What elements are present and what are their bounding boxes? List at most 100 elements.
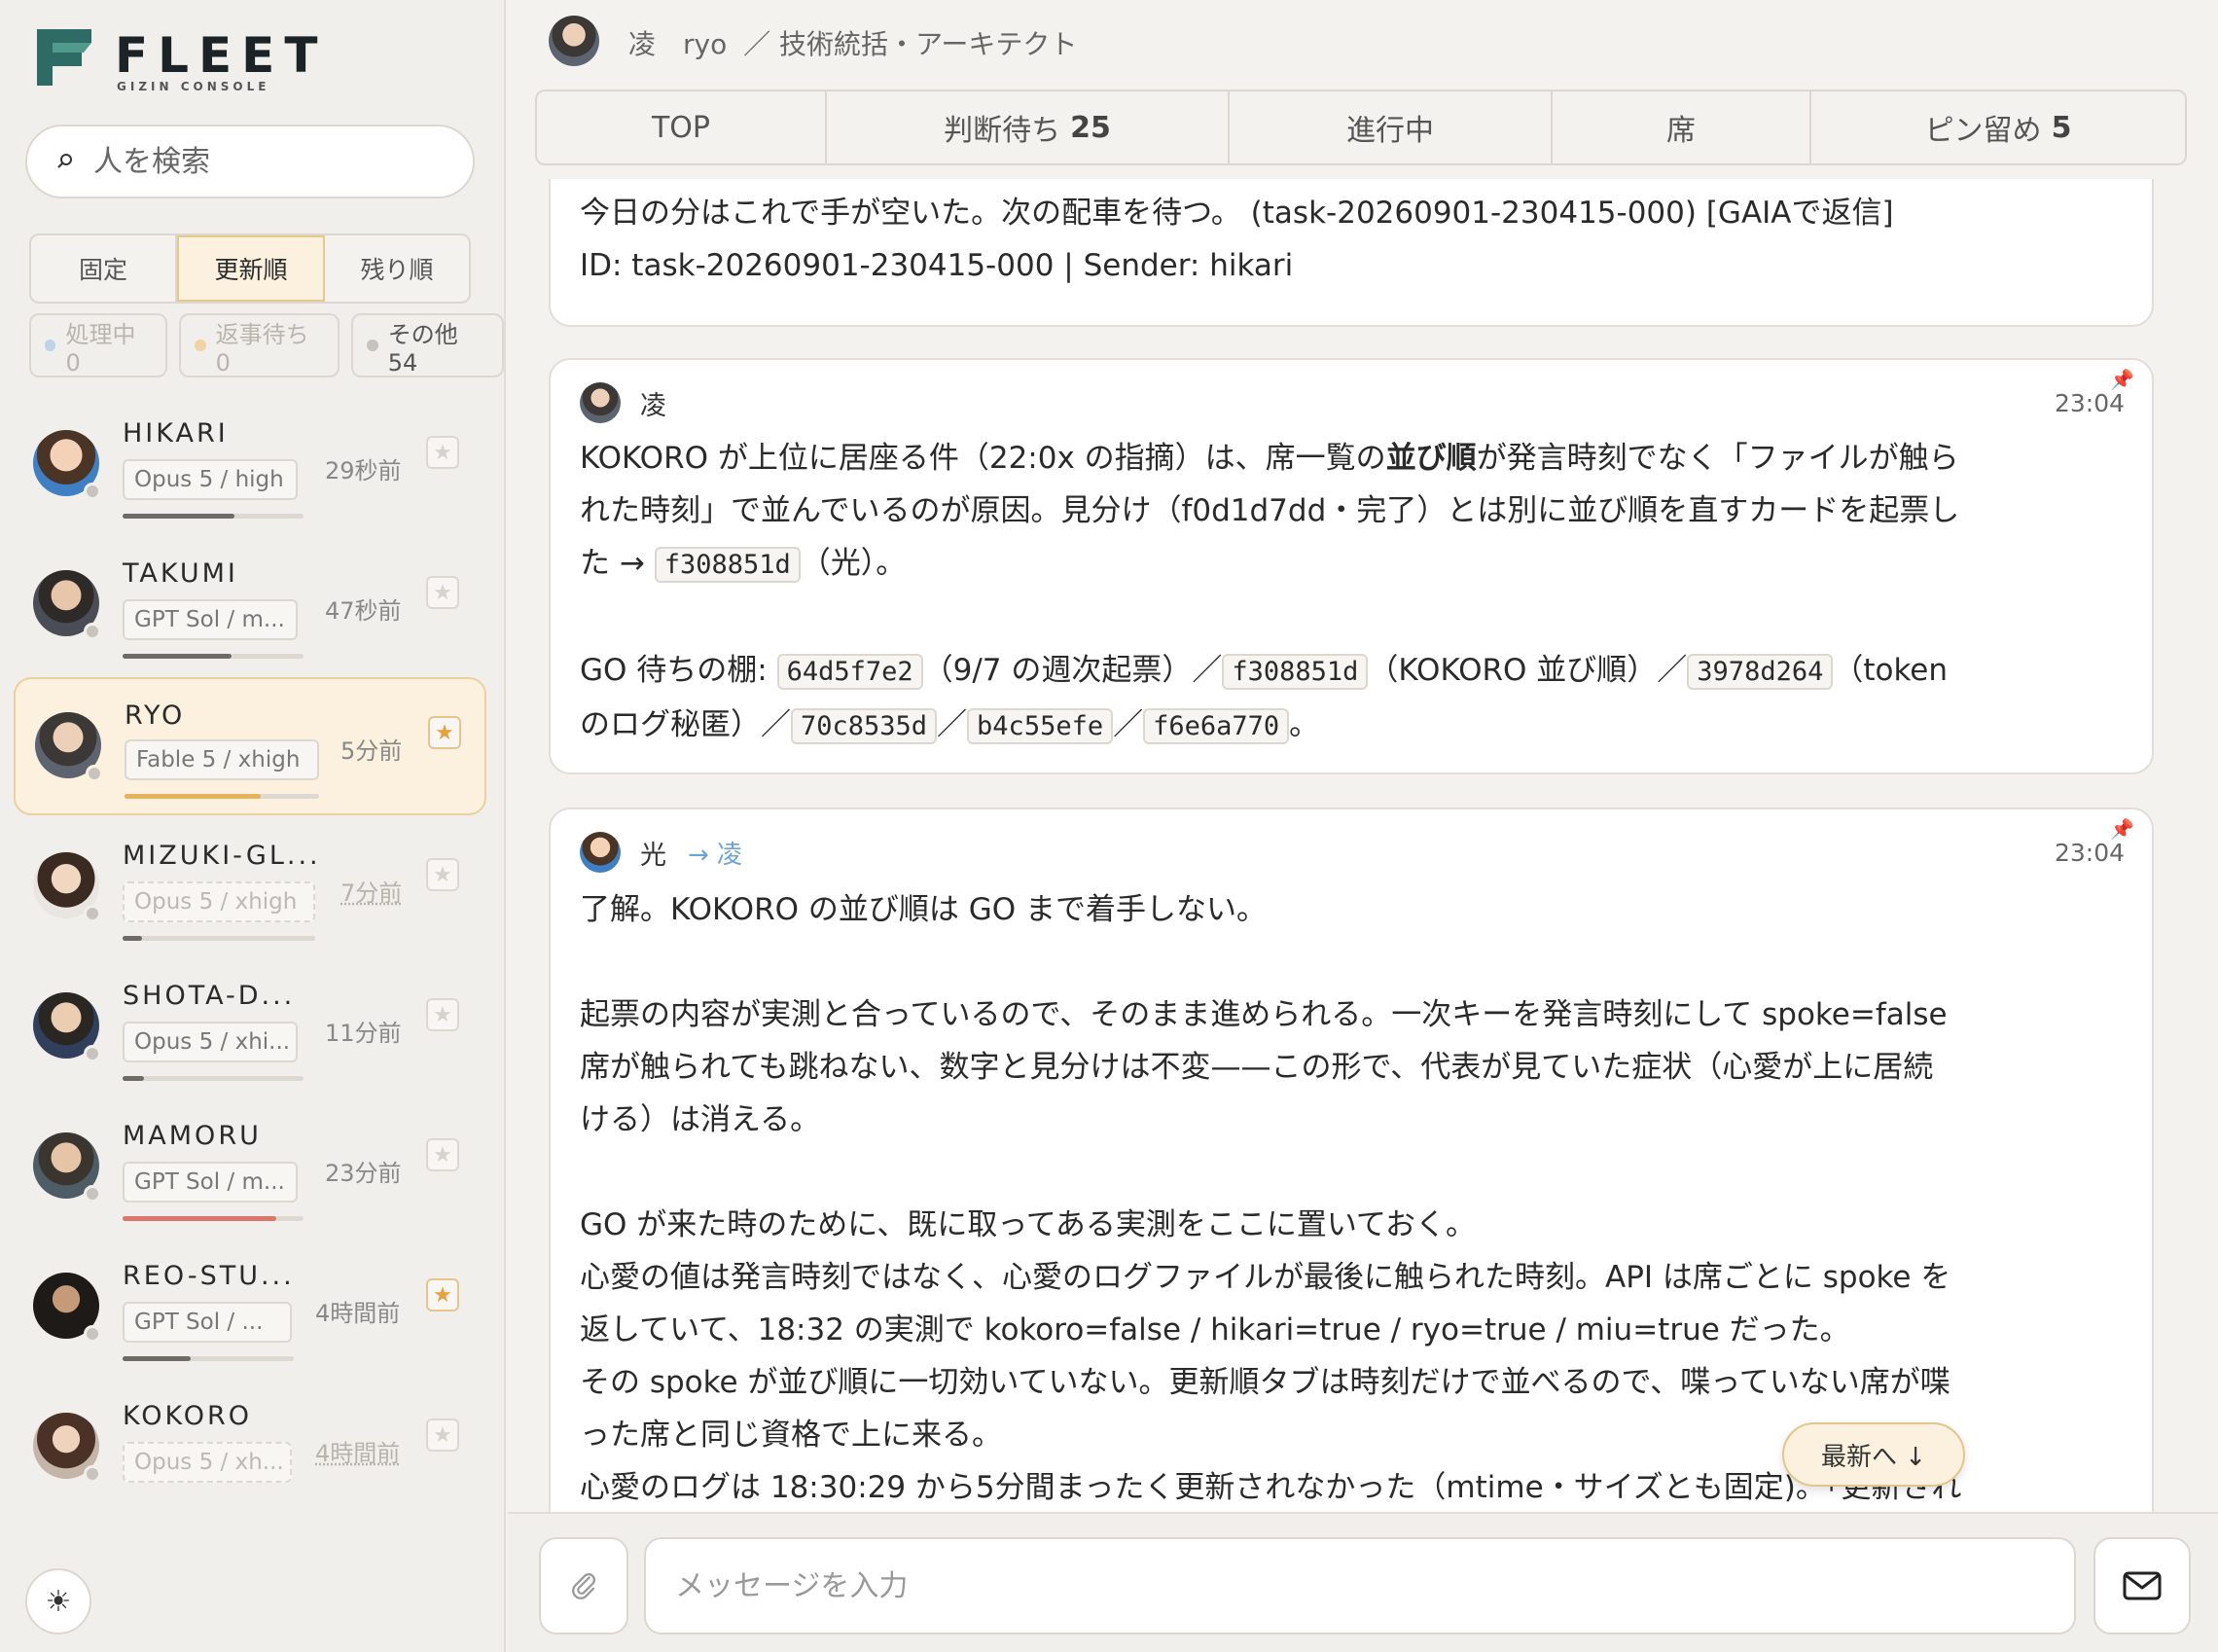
message-input[interactable] <box>644 1537 2076 1634</box>
filter-label: 処理中 0 <box>65 320 136 377</box>
jump-to-latest-button[interactable]: 最新へ ↓ <box>1782 1422 1965 1487</box>
commit-hash[interactable]: f308851d <box>654 547 801 583</box>
filter-label: その他 54 <box>387 320 458 377</box>
message-text: 了解。KOKORO の並び順は GO まで着手しない。 <box>580 892 1267 927</box>
tab-count: 5 <box>2051 110 2072 145</box>
commit-hash[interactable]: 70c8535d <box>791 708 938 744</box>
message-feed[interactable]: 今日の分はこれで手が空いた。次の配車を待つ。 (task-20260901-23… <box>549 179 2154 1512</box>
star-icon[interactable]: ★ <box>426 1419 459 1452</box>
text-span: （光）。 <box>800 546 907 581</box>
tab-label: ピン留め <box>1924 114 2042 148</box>
avatar <box>549 16 599 66</box>
model-badge: Opus 5 / xh... <box>123 1442 292 1483</box>
filter-dot <box>45 340 56 351</box>
tab-label: 判断待ち <box>944 114 1061 148</box>
commit-hash[interactable]: 3978d264 <box>1687 654 1834 690</box>
search-icon <box>57 154 72 168</box>
person-row-mamoru[interactable]: MAMORU GPT Sol / m... 23分前 ★ <box>14 1111 486 1247</box>
tab-pinned[interactable]: ピン留め 5 <box>1811 91 2185 163</box>
message-text: 今日の分はこれで手が空いた。次の配車を待つ。 (task-20260901-23… <box>580 196 1894 231</box>
status-dot <box>84 1045 101 1062</box>
brand-subtitle: GIZIN CONSOLE <box>117 80 270 93</box>
message-header: 光 → 凌 <box>580 831 742 874</box>
commit-hash[interactable]: 64d5f7e2 <box>776 654 923 690</box>
people-list: HIKARI Opus 5 / high 29秒前 ★ TAKUMI GPT S… <box>14 409 486 1547</box>
message-card: 今日の分はこれで手が空いた。次の配車を待つ。 (task-20260901-23… <box>549 179 2154 327</box>
star-icon[interactable]: ★ <box>426 436 459 469</box>
message-body: 了解。KOKORO の並び順は GO まで着手しない。 起票の内容が実測と合って… <box>580 883 2123 1512</box>
tab-seats[interactable]: 席 <box>1553 91 1811 163</box>
commit-hash[interactable]: b4c55efe <box>967 708 1114 744</box>
status-dot <box>84 623 101 640</box>
tab-top[interactable]: TOP <box>537 91 827 163</box>
header-name: 凌 <box>628 28 657 60</box>
tab-in-progress[interactable]: 進行中 <box>1230 91 1553 163</box>
person-row-ryo[interactable]: RYO Fable 5 / xhigh 5分前 ★ <box>14 677 486 815</box>
pin-icon[interactable]: 📌 <box>2110 368 2134 391</box>
person-row-shota-d[interactable]: SHOTA-D... Opus 5 / xhi... 11分前 ★ <box>14 971 486 1107</box>
star-icon[interactable]: ★ <box>426 576 459 609</box>
message-text: ID: task-20260901-230415-000 | Sender: h… <box>580 248 1294 283</box>
commit-hash[interactable]: f308851d <box>1222 654 1369 690</box>
model-badge: Opus 5 / xhigh <box>123 881 315 922</box>
last-update-time: 11分前 <box>325 1020 402 1047</box>
sort-tab-remaining[interactable]: 残り順 <box>325 235 469 302</box>
person-name: SHOTA-D... <box>123 981 296 1011</box>
message-header: 凌 <box>580 381 666 424</box>
person-row-kokoro[interactable]: KOKORO Opus 5 / xh... 4時間前 ★ <box>14 1391 486 1527</box>
usage-bar-fill <box>123 514 235 519</box>
message-text: のログ秘匿）／ 70c8535d ／ b4c55efe ／ f6e6a770。 <box>580 699 2123 753</box>
status-filters: 処理中 0 返事待ち 0 その他 54 <box>29 313 504 379</box>
text-span: KOKORO が上位に居座る件（22:0x の指摘）は、席一覧の <box>580 441 1386 476</box>
text-span: （token <box>1833 653 1949 688</box>
main-tabs: TOP 判断待ち 25 進行中 席 ピン留め 5 <box>535 90 2187 165</box>
usage-bar <box>123 1076 304 1081</box>
sort-tab-updated[interactable]: 更新順 <box>177 235 325 302</box>
model-badge: GPT Sol / ... <box>123 1302 292 1343</box>
theme-toggle-sun-icon[interactable]: ☀ <box>25 1568 91 1634</box>
person-row-takumi[interactable]: TAKUMI GPT Sol / m... 47秒前 ★ <box>14 549 486 685</box>
message-body: 今日の分はこれで手が空いた。次の配車を待つ。 (task-20260901-23… <box>580 187 2123 292</box>
message-text: KOKORO が上位に居座る件（22:0x の指摘）は、席一覧の並び順が発言時刻… <box>580 432 2123 485</box>
message-text: 起票の内容が実測と合っているので、そのまま進められる。一次キーを発言時刻にして … <box>580 997 1948 1032</box>
sidebar: FLEET GIZIN CONSOLE 固定 更新順 残り順 処理中 0 返事待… <box>0 0 506 1652</box>
status-dot <box>84 1465 101 1483</box>
star-icon[interactable]: ★ <box>426 1278 459 1311</box>
sort-tab-pinned[interactable]: 固定 <box>31 235 177 302</box>
star-icon[interactable]: ★ <box>428 716 461 749</box>
pin-icon[interactable]: 📌 <box>2110 817 2134 841</box>
person-row-reo-stu[interactable]: REO-STU... GPT Sol / ... 4時間前 ★ <box>14 1251 486 1387</box>
star-icon[interactable]: ★ <box>426 858 459 891</box>
commit-hash[interactable]: f6e6a770 <box>1143 708 1290 744</box>
person-row-mizuki-gl[interactable]: MIZUKI-GL... Opus 5 / xhigh 7分前 ★ <box>14 831 486 967</box>
model-badge: GPT Sol / m... <box>123 1162 298 1203</box>
person-row-hikari[interactable]: HIKARI Opus 5 / high 29秒前 ★ <box>14 409 486 545</box>
message-time: 23:04 <box>2054 839 2125 867</box>
usage-bar-fill <box>125 794 261 799</box>
tab-awaiting-decision[interactable]: 判断待ち 25 <box>827 91 1230 163</box>
filter-other[interactable]: その他 54 <box>351 313 504 377</box>
brand-logo[interactable]: FLEET GIZIN CONSOLE <box>35 27 346 95</box>
search-box[interactable] <box>25 125 475 198</box>
header-id: ryo <box>683 28 728 60</box>
star-icon[interactable]: ★ <box>426 1138 459 1171</box>
status-dot <box>84 1185 101 1203</box>
filter-label: 返事待ち 0 <box>215 320 309 377</box>
attach-button[interactable] <box>539 1537 628 1634</box>
person-name: MAMORU <box>123 1121 262 1151</box>
search-input[interactable] <box>93 144 444 179</box>
conversation-header: 凌 ryo ／ 技術統括・アーキテクト <box>508 0 2218 82</box>
person-name: RYO <box>125 700 186 731</box>
text-span: 。 <box>1289 707 1320 742</box>
tab-label: 席 <box>1666 114 1696 148</box>
message-card: 📌 凌 23:04 KOKORO が上位に居座る件（22:0x の指摘）は、席一… <box>549 358 2154 774</box>
message-text: 返していて、18:32 の実測で kokoro=false / hikari=t… <box>580 1312 1850 1347</box>
filter-processing[interactable]: 処理中 0 <box>29 313 168 377</box>
send-button[interactable] <box>2093 1537 2191 1634</box>
filter-awaiting-reply[interactable]: 返事待ち 0 <box>179 313 340 377</box>
model-badge: Opus 5 / xhi... <box>123 1022 298 1062</box>
speaker-name: 凌 <box>640 390 666 421</box>
star-icon[interactable]: ★ <box>426 998 459 1031</box>
person-name: KOKORO <box>123 1401 252 1431</box>
